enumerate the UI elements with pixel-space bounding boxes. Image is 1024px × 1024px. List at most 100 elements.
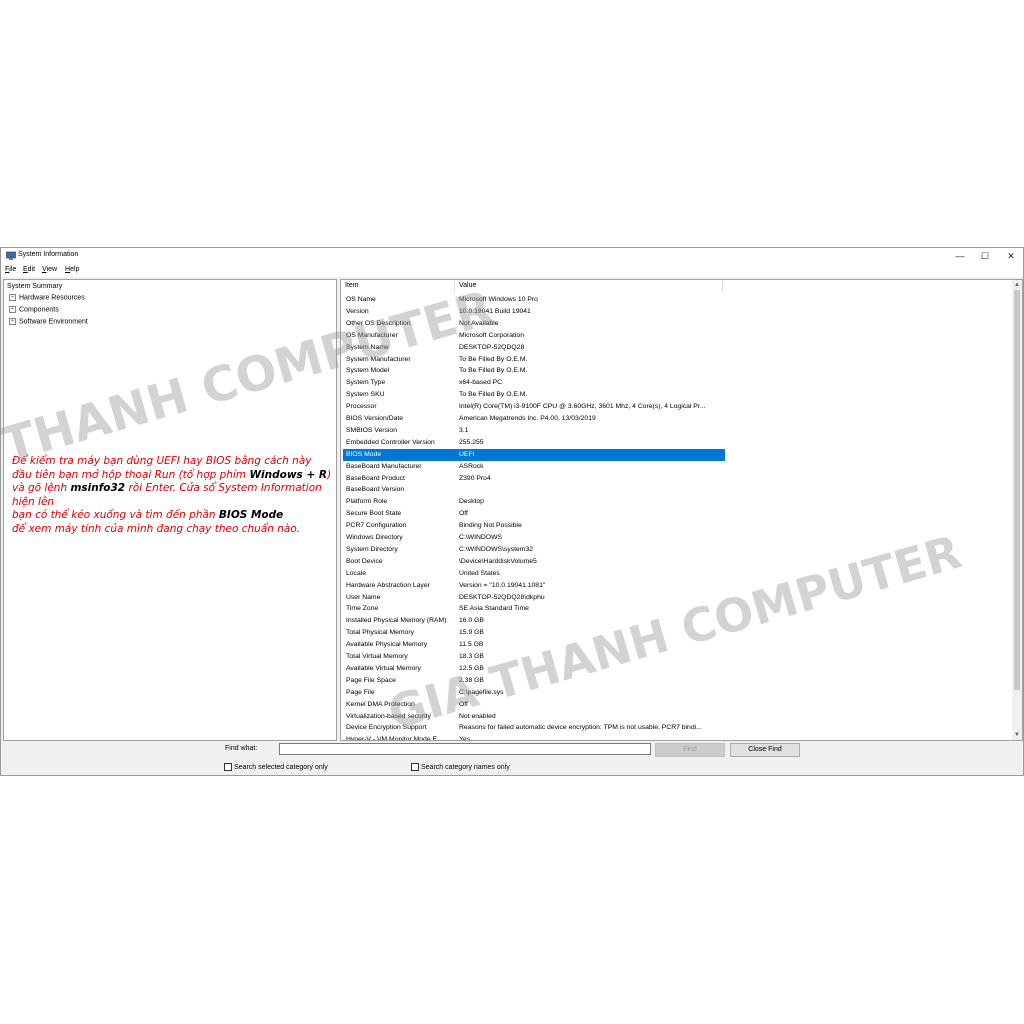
scroll-up-icon[interactable]: ▲ [1012, 280, 1022, 290]
find-what-input[interactable] [279, 743, 651, 755]
close-find-button[interactable]: Close Find [730, 743, 800, 757]
table-row[interactable]: Time Zone SE Asia Standard Time [343, 603, 725, 615]
menu-help[interactable]: Help [65, 266, 79, 273]
menu-file[interactable]: File [5, 266, 16, 273]
table-row[interactable]: Version 10.0.19041 Build 19041 [343, 306, 725, 318]
tree-item-components[interactable]: + Components [9, 306, 59, 313]
value-cell: C:\pagefile.sys [459, 688, 504, 696]
search-category-names-checkbox[interactable]: Search category names only [411, 763, 510, 771]
close-button[interactable]: ✕ [999, 248, 1023, 265]
maximize-button[interactable]: ☐ [973, 248, 997, 265]
table-row[interactable]: Page File Space 2.38 GB [343, 675, 725, 687]
item-cell: Virtualization-based security [346, 712, 431, 720]
table-row[interactable]: System Model To Be Filled By O.E.M. [343, 365, 725, 377]
scroll-down-icon[interactable]: ▼ [1012, 730, 1022, 740]
item-cell: Hardware Abstraction Layer [346, 581, 430, 589]
value-cell: To Be Filled By O.E.M. [459, 391, 528, 399]
value-cell: SE Asia Standard Time [459, 605, 529, 613]
table-row[interactable]: BIOS Version/Date American Megatrends Inc… [343, 413, 725, 425]
table-row[interactable]: Available Physical Memory 11.5 GB [343, 639, 725, 651]
table-row[interactable]: SMBIOS Version 3.1 [343, 425, 725, 437]
table-row[interactable]: Hardware Abstraction Layer Version = "10.… [343, 580, 725, 592]
expand-icon[interactable]: + [9, 318, 16, 325]
table-row[interactable]: Windows Directory C:\WINDOWS [343, 532, 725, 544]
expand-icon[interactable]: + [9, 306, 16, 313]
item-cell: Page File Space [346, 676, 396, 684]
annotation-text: ) [326, 468, 332, 481]
value-cell: Not Available [459, 319, 499, 327]
tree-item-hardware-resources[interactable]: + Hardware Resources [9, 294, 85, 301]
value-cell: x64-based PC [459, 379, 503, 387]
item-cell: Platform Role [346, 498, 388, 506]
table-row[interactable]: Virtualization-based security Not enabled [343, 711, 725, 723]
column-header-item[interactable]: Item [341, 280, 455, 292]
table-row[interactable]: Total Physical Memory 15.9 GB [343, 627, 725, 639]
value-cell: 16.0 GB [459, 617, 484, 625]
table-row[interactable]: Kernel DMA Protection Off [343, 699, 725, 711]
table-row[interactable]: Hyper-V - VM Monitor Mode E... Yes [343, 734, 725, 741]
find-what-label: Find what: [225, 745, 258, 752]
item-cell: BaseBoard Product [346, 474, 405, 482]
value-cell: American Megatrends Inc. P4.00, 13/03/20… [459, 415, 596, 422]
tree-label: Hardware Resources [19, 294, 85, 302]
details-list: Item Value OS Name Microsoft Windows 10 P… [340, 279, 1023, 741]
table-row[interactable]: Locale United States [343, 568, 725, 580]
checkbox-box[interactable] [224, 763, 232, 771]
vertical-scrollbar[interactable]: ▲ ▼ [1012, 280, 1022, 740]
table-row[interactable]: System SKU To Be Filled By O.E.M. [343, 389, 725, 401]
table-row[interactable]: Total Virtual Memory 18.3 GB [343, 651, 725, 663]
table-row[interactable]: System Manufacturer To Be Filled By O.E.M… [343, 354, 725, 366]
value-cell: Yes [459, 736, 471, 741]
item-cell: System SKU [346, 391, 385, 399]
item-cell: BIOS Version/Date [346, 415, 404, 422]
value-cell: Z390 Pro4 [459, 474, 491, 482]
table-row[interactable]: OS Name Microsoft Windows 10 Pro [343, 294, 725, 306]
table-row[interactable]: Available Virtual Memory 12.5 GB [343, 663, 725, 675]
table-row[interactable]: System Directory C:\WINDOWS\system32 [343, 544, 725, 556]
table-row[interactable]: Secure Boot State Off [343, 508, 725, 520]
minimize-button[interactable]: — [948, 248, 972, 265]
table-row[interactable]: User Name DESKTOP-52QDQ28\dkphu [343, 592, 725, 604]
value-cell: 12.5 GB [459, 664, 484, 672]
scrollbar-thumb[interactable] [1014, 290, 1020, 690]
item-cell: Version [346, 307, 369, 315]
table-row[interactable]: Page File C:\pagefile.sys [343, 687, 725, 699]
item-cell: Secure Boot State [346, 510, 402, 518]
table-row[interactable]: Embedded Controller Version 255.255 [343, 437, 725, 449]
table-row[interactable]: BIOS Mode UEFI [343, 448, 725, 461]
table-row[interactable]: BaseBoard Manufacturer ASRock [343, 461, 725, 473]
tree-item-system-summary[interactable]: System Summary [7, 283, 62, 290]
find-button[interactable]: Find [655, 743, 725, 757]
menu-view[interactable]: View [42, 266, 57, 273]
table-row[interactable]: System Name DESKTOP-52QDQ28 [343, 342, 725, 354]
column-header-value[interactable]: Value [455, 280, 723, 292]
value-cell: Desktop [459, 498, 484, 506]
table-row[interactable]: Device Encryption Support Reasons for fai… [343, 722, 725, 734]
search-selected-category-checkbox[interactable]: Search selected category only [224, 763, 328, 771]
table-row[interactable]: Processor Intel(R) Core(TM) i3-9100F CPU … [343, 401, 725, 413]
table-row[interactable]: BaseBoard Version [343, 484, 725, 496]
item-cell: Other OS Description [346, 319, 411, 327]
table-row[interactable]: Platform Role Desktop [343, 496, 725, 508]
table-row[interactable]: BaseBoard Product Z390 Pro4 [343, 473, 725, 485]
item-cell: SMBIOS Version [346, 426, 397, 434]
table-row[interactable]: PCR7 Configuration Binding Not Possible [343, 520, 725, 532]
menu-edit[interactable]: Edit [23, 266, 35, 273]
table-row[interactable]: Other OS Description Not Available [343, 318, 725, 330]
tree-item-software-environment[interactable]: + Software Environment [9, 318, 88, 325]
table-row[interactable]: OS Manufacturer Microsoft Corporation [343, 330, 725, 342]
annotation-hotkey: Windows + R [249, 468, 327, 481]
table-row[interactable]: Installed Physical Memory (RAM) 16.0 GB [343, 615, 725, 627]
table-row[interactable]: System Type x64-based PC [343, 377, 725, 389]
annotation-line-5: để xem máy tính của mình đang chạy theo … [12, 522, 301, 535]
value-cell: Microsoft Corporation [459, 331, 524, 339]
checkbox-box[interactable] [411, 763, 419, 771]
table-row[interactable]: Boot Device \Device\HarddiskVolume5 [343, 556, 725, 568]
value-cell: United States [459, 569, 500, 577]
item-cell: Processor [346, 403, 377, 411]
title-bar[interactable]: System Information — ☐ ✕ [1, 248, 1023, 265]
value-cell: UEFI [459, 450, 475, 458]
item-cell: Total Virtual Memory [346, 653, 408, 660]
item-cell: Available Virtual Memory [346, 664, 421, 672]
expand-icon[interactable]: + [9, 294, 16, 301]
